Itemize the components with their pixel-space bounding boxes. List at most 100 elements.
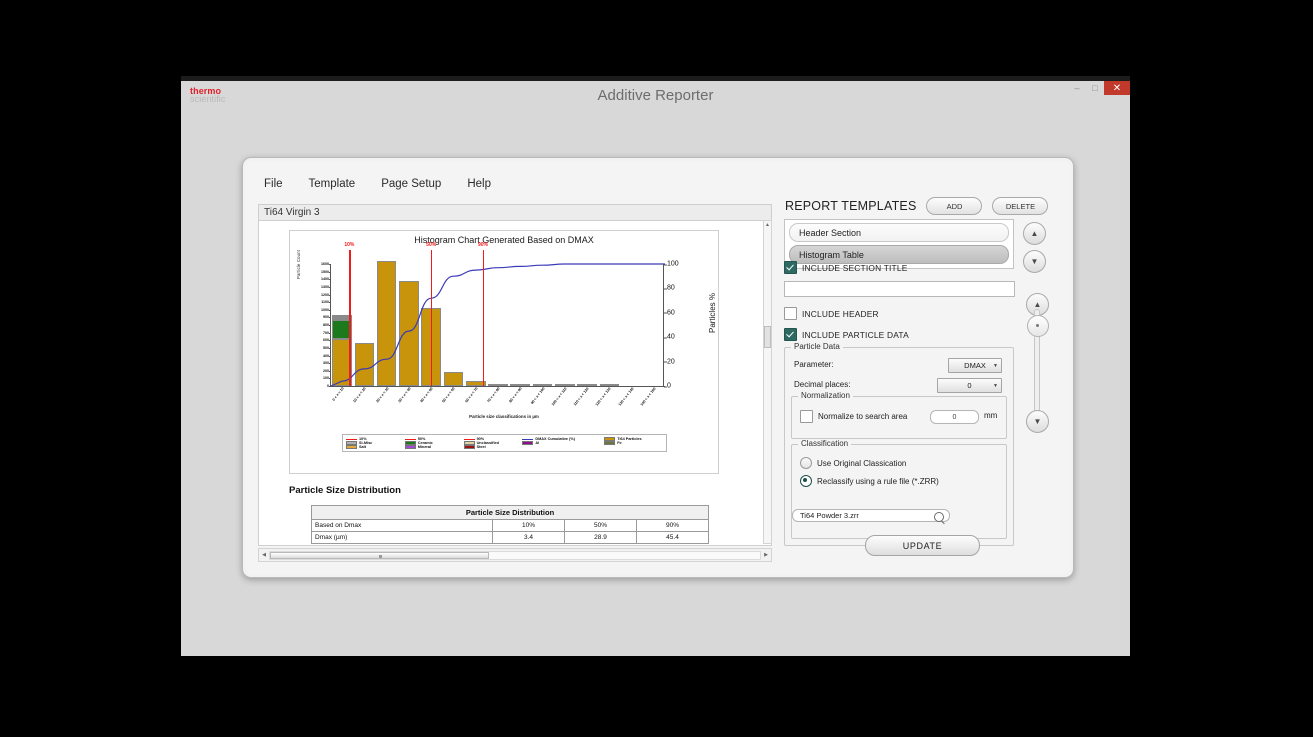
include-section-title-row[interactable]: INCLUDE SECTION TITLE [784,261,908,274]
x-tick-label: 20 < x < 30 [375,386,390,404]
x-tick-label: 60 < x < 70 [464,386,479,404]
scroll-left-icon[interactable]: ◀ [259,552,269,558]
use-original-classification-row[interactable]: Use Original Classication [800,457,906,469]
psd-table: Particle Size Distribution Based on Dmax… [311,505,709,544]
parameter-value: DMAX [964,361,986,370]
screen: thermo scientific Additive Reporter – □ … [0,0,1313,737]
table-cell: 28.9 [564,531,637,544]
y-tick-label: 400 [323,353,331,358]
normalize-row[interactable]: Normalize to search area [800,410,907,423]
section-title-input[interactable] [784,281,1015,297]
move-template-up-button[interactable]: ▲ [1023,222,1046,245]
maximize-button[interactable]: □ [1086,81,1104,94]
y2-tick-label: 100 [664,261,679,268]
include-header-row[interactable]: INCLUDE HEADER [784,307,879,320]
legend-swatch [404,445,416,449]
legend-item: Salt [346,445,402,449]
menu-file[interactable]: File [264,178,283,190]
decimal-places-select[interactable]: 0 ▼ [937,378,1002,393]
legend-item [522,445,601,449]
template-item-header-section[interactable]: Header Section [789,223,1009,242]
preview-vertical-scrollbar[interactable]: ▲ [763,220,772,544]
parameter-select[interactable]: DMAX ▼ [948,358,1002,373]
vertical-scroll-thumb[interactable] [764,326,771,348]
scroll-up-icon[interactable]: ▲ [764,221,771,230]
y-tick-label: 200 [323,368,331,373]
y-tick-label: 0 [327,384,331,388]
update-button[interactable]: UPDATE [865,535,980,556]
close-button[interactable]: ✕ [1104,81,1130,95]
rule-file-input[interactable]: Ti64 Powder 3.zrr [792,509,950,522]
search-icon[interactable] [934,512,944,522]
x-tick-label: 40 < x < 50 [419,386,434,404]
x-tick-label: 80 < x < 90 [508,386,523,404]
y2-tick-label: 60 [664,309,675,316]
x-tick-label: 90 < x < 100 [529,386,546,406]
minimize-button[interactable]: – [1068,81,1086,94]
parameter-label: Parameter: [794,360,834,369]
chevron-down-icon: ▼ [993,382,998,389]
slider-down-button[interactable]: ▼ [1026,410,1049,433]
percentile-line [431,250,433,386]
panel-scroll-slider[interactable]: ▲ ▼ [1025,293,1049,433]
x-tick-label: 30 < x < 40 [397,386,412,404]
include-header-checkbox[interactable] [784,307,797,320]
slider-knob[interactable] [1027,315,1049,337]
report-templates-panel: REPORT TEMPLATES ADD DELETE Header Secti… [778,197,1068,569]
preview-horizontal-scrollbar[interactable]: ◀ ▶ [258,548,772,562]
legend-swatch [463,445,475,449]
legend-swatch [463,438,475,440]
normalize-value-input[interactable]: 0 [930,410,979,424]
legend-label: Steel [476,445,486,449]
decimal-places-label: Decimal places: [794,380,851,389]
x-tick-label: 120 < x < 130 [595,386,612,407]
include-particle-data-row[interactable]: INCLUDE PARTICLE DATA [784,328,909,341]
menu-help[interactable]: Help [467,178,491,190]
include-section-title-checkbox[interactable] [784,261,797,274]
table-cell: 90% [636,519,709,532]
y-tick-label: 800 [323,323,331,327]
y-tick-label: 1100 [321,300,331,305]
histogram-chart: Histogram Chart Generated Based on DMAX … [289,230,719,474]
y2-tick-label: 0 [664,383,671,390]
percentile-line [349,250,351,386]
legend-item: Mineral [404,445,461,449]
include-particle-data-label: INCLUDE PARTICLE DATA [802,329,909,340]
normalization-group: Normalization Normalize to search area 0… [791,391,1007,439]
legend-swatch [346,445,357,449]
table-cell: 3.4 [492,531,565,544]
cumulative-curve [330,263,665,387]
include-particle-data-checkbox[interactable] [784,328,797,341]
menu-page-setup[interactable]: Page Setup [381,178,441,190]
reclassify-rule-row[interactable]: Reclassify using a rule file (*.ZRR) [800,475,939,487]
y-tick-label: 1600 [321,262,331,266]
horizontal-scroll-thumb[interactable] [270,551,489,559]
move-template-down-button[interactable]: ▼ [1023,250,1046,273]
menu-bar: File Template Page Setup Help [246,173,1070,195]
x-tick-label: 140 < x < 150 [639,386,657,407]
add-button[interactable]: ADD [926,197,983,215]
x-tick-label: 110 < x < 120 [572,386,590,407]
y2-tick-label: 80 [664,285,675,292]
use-original-classification-radio[interactable] [800,457,812,469]
scroll-right-icon[interactable]: ▶ [761,552,771,558]
menu-template[interactable]: Template [309,178,356,190]
legend-row: Salt Mineral Steel [346,445,663,449]
reclassify-rule-radio[interactable] [800,475,812,487]
include-section-title-label: INCLUDE SECTION TITLE [802,262,908,273]
y-tick-label: 1400 [321,277,331,282]
use-original-classification-label: Use Original Classication [817,458,907,468]
y-tick-label: 1000 [321,307,331,312]
y-tick-label: 100 [323,376,331,381]
legend-swatch [404,438,416,440]
normalize-unit: mm [984,411,998,420]
x-tick-label: 10 < x < 20 [352,386,368,404]
chart-y-axis-label: Particle Count [296,249,301,279]
normalize-checkbox[interactable] [800,410,813,423]
table-cell: 10% [492,519,565,532]
sample-tab[interactable]: Ti64 Virgin 3 [258,204,772,220]
delete-button[interactable]: DELETE [992,197,1049,215]
reclassify-rule-label: Reclassify using a rule file (*.ZRR) [817,476,939,486]
x-tick-label: 130 < x < 140 [617,386,635,407]
classification-group-label: Classification [798,439,852,448]
